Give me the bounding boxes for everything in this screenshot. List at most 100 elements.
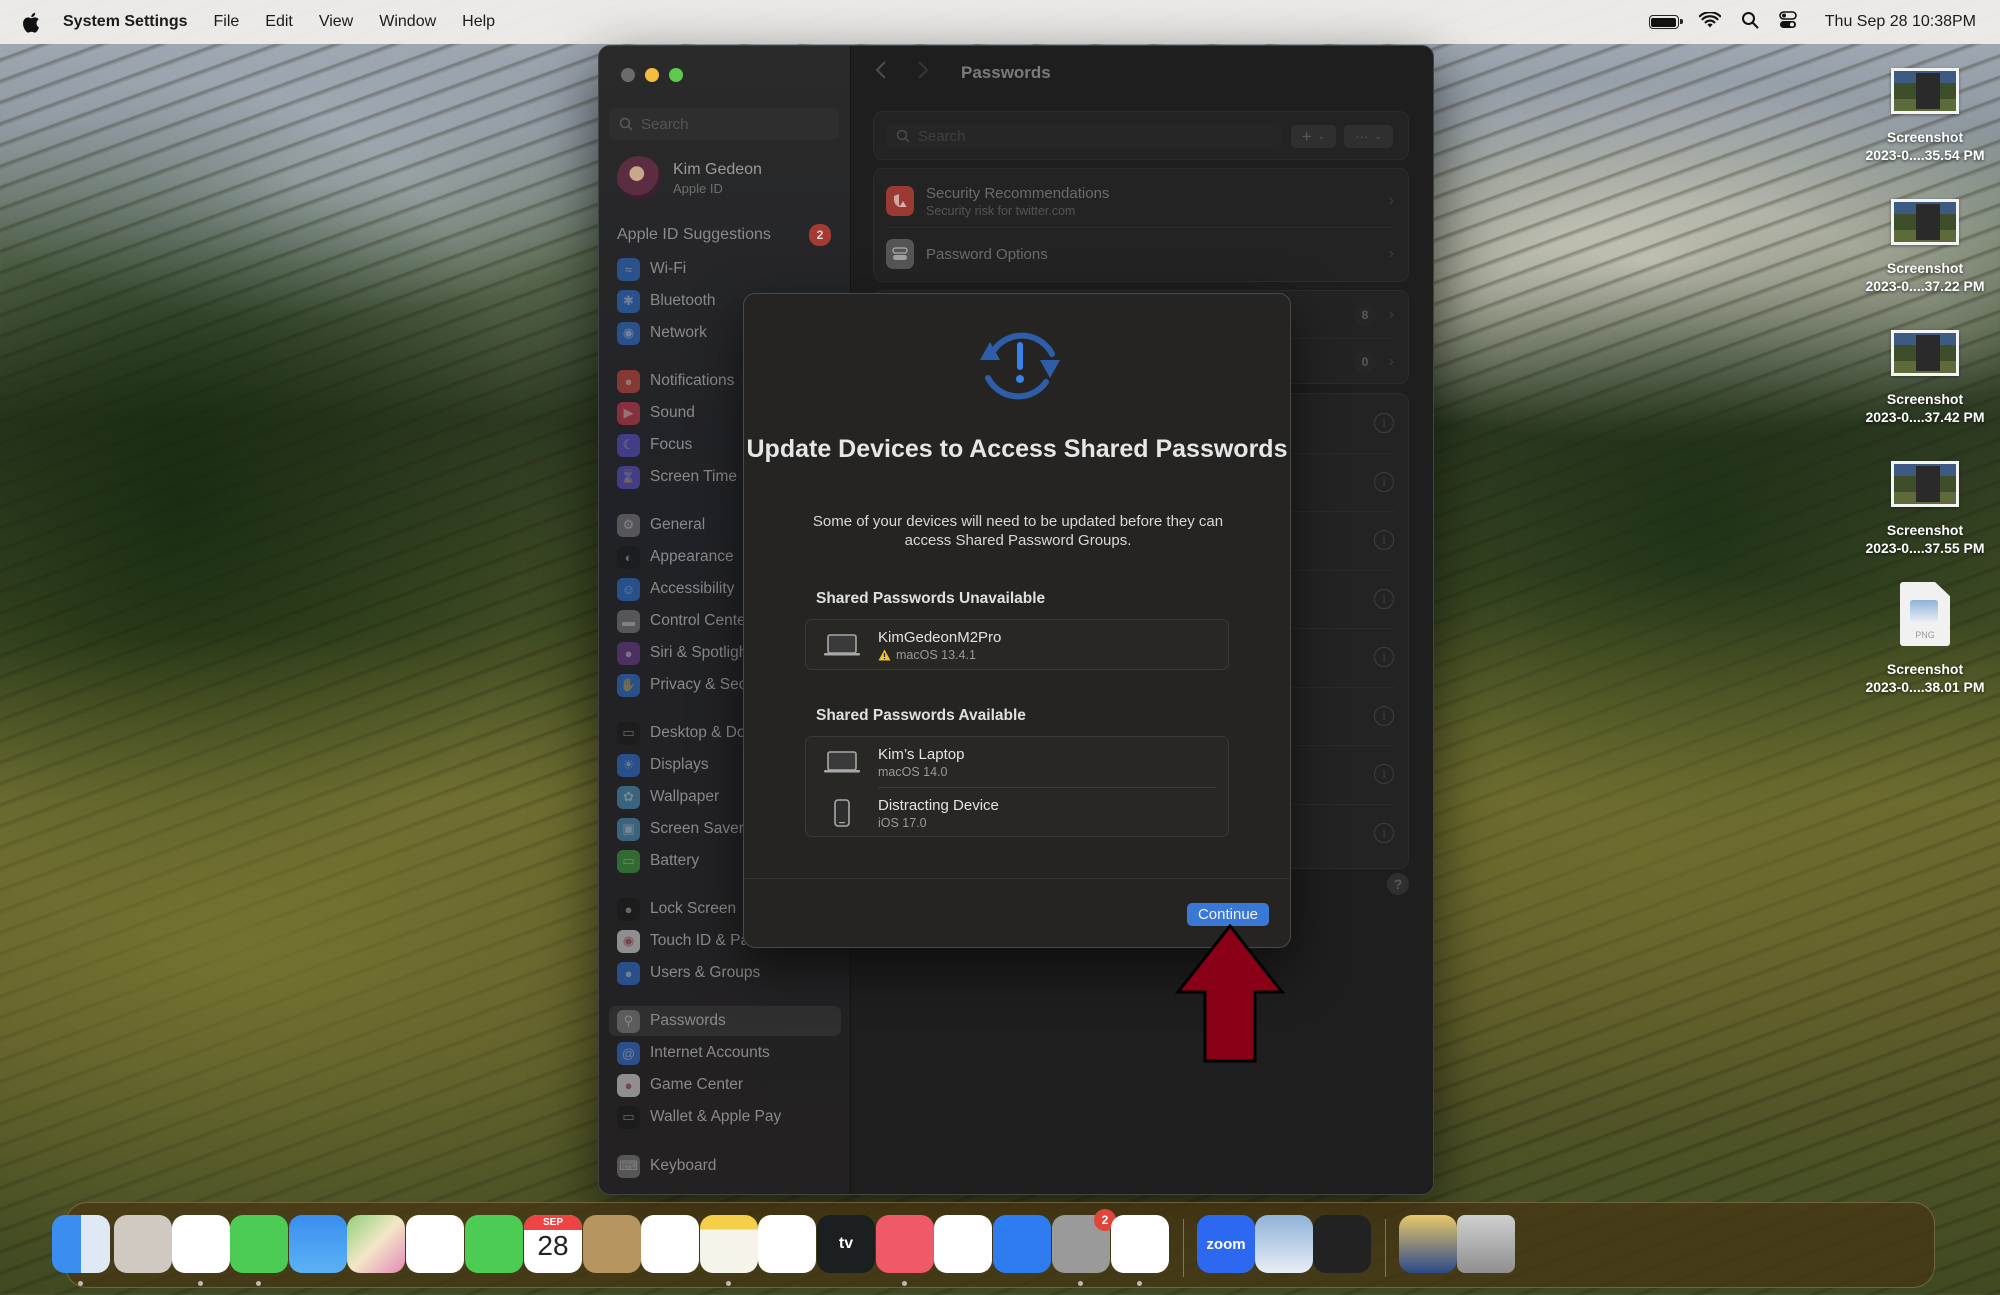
bluetooth-icon: ✱ (617, 289, 640, 313)
dock-app-store-icon[interactable] (993, 1215, 1051, 1273)
file-date: 2023-0....37.42 PM (1865, 409, 1985, 425)
dock-system-settings-icon[interactable]: 2 (1052, 1209, 1116, 1273)
info-icon[interactable]: i (1374, 705, 1394, 726)
apple-id-suggestions[interactable]: Apple ID Suggestions 2 (617, 224, 831, 246)
sidebar-item-users-groups[interactable]: ● Users & Groups (609, 958, 841, 988)
sidebar-item-keyboard[interactable]: ⌨ Keyboard (609, 1151, 841, 1181)
info-icon[interactable]: i (1374, 764, 1394, 784)
continue-button[interactable]: Continue (1187, 903, 1269, 926)
dock-bing-icon[interactable] (1111, 1215, 1169, 1273)
dock-reminders-icon[interactable] (641, 1215, 699, 1273)
dock-zoom-icon[interactable]: zoom (1197, 1215, 1255, 1273)
unavailable-devices-list: KimGedeonM2Pro macOS 13.4.1 (805, 619, 1229, 670)
password-options-row[interactable]: Password Options › (874, 231, 1408, 277)
desktop-file[interactable]: Screenshot 2023-0....37.22 PM (1845, 199, 2000, 295)
device-os: macOS 14.0 (878, 764, 948, 779)
apple-id-profile[interactable]: Kim Gedeon Apple ID (617, 156, 762, 200)
dock-launchpad-icon[interactable] (114, 1215, 172, 1273)
spotlight-search-icon[interactable] (1741, 11, 1759, 34)
apple-menu-icon[interactable] (22, 12, 42, 33)
game-center-icon: ● (617, 1073, 640, 1097)
info-icon[interactable]: i (1374, 413, 1394, 433)
desktop-file[interactable]: PNG Screenshot 2023-0....38.01 PM (1845, 582, 2000, 696)
dock-mail-icon[interactable] (289, 1215, 347, 1273)
battery-icon: ▭ (617, 849, 640, 873)
back-button[interactable] (875, 60, 887, 86)
sidebar-item-game-center[interactable]: ● Game Center (609, 1070, 841, 1100)
info-icon[interactable]: i (1374, 822, 1394, 843)
dock-facetime-icon[interactable] (465, 1215, 523, 1273)
help-button[interactable]: ? (1387, 873, 1409, 895)
passwords-search (886, 124, 1281, 148)
desktop-file[interactable]: Screenshot 2023-0....37.55 PM (1845, 461, 2000, 557)
dock-preview-icon[interactable] (1255, 1215, 1313, 1273)
close-window-button[interactable] (621, 68, 635, 82)
menu-window[interactable]: Window (379, 13, 436, 31)
sidebar-item-wallet-apple-pay[interactable]: ▭ Wallet & Apple Pay (609, 1102, 841, 1132)
more-options-button[interactable]: ··· ⌄ (1344, 125, 1393, 148)
profile-subtitle: Apple ID (673, 180, 723, 196)
desktop-file[interactable]: Screenshot 2023-0....35.54 PM (1845, 68, 2000, 164)
dock-contacts-icon[interactable] (583, 1215, 641, 1273)
running-indicator (1137, 1281, 1142, 1286)
speaker-icon: ▶ (617, 401, 640, 425)
info-icon[interactable]: i (1374, 588, 1394, 609)
bell-icon: ● (617, 369, 640, 393)
desktop-file[interactable]: Screenshot 2023-0....37.42 PM (1845, 330, 2000, 426)
flower-icon: ✿ (617, 785, 640, 809)
battery-icon[interactable] (1648, 15, 1683, 29)
avatar (617, 156, 661, 200)
dock-maps-icon[interactable] (347, 1215, 405, 1273)
wifi-icon[interactable] (1698, 10, 1722, 33)
info-icon[interactable]: i (1374, 647, 1394, 667)
sidebar-item-label: Siri & Spotlight (650, 644, 752, 661)
info-icon[interactable]: i (1374, 530, 1394, 550)
file-type-label: PNG (1915, 630, 1935, 640)
sidebar-item-label: Focus (650, 436, 693, 453)
calendar-day: 28 (537, 1230, 569, 1261)
sidebar-search-input[interactable] (641, 115, 821, 133)
add-password-button[interactable]: + ⌄ (1291, 125, 1336, 148)
file-date: 2023-0....37.55 PM (1865, 540, 1985, 556)
key-icon: ⚲ (617, 1009, 640, 1033)
sidebar-item-internet-accounts[interactable]: @ Internet Accounts (609, 1038, 841, 1068)
menu-file[interactable]: File (213, 13, 239, 31)
chevron-left-icon (875, 61, 886, 79)
minimize-window-button[interactable] (645, 68, 659, 82)
dock-news-icon[interactable] (934, 1215, 992, 1273)
dialog-footer-divider (744, 878, 1290, 879)
dock-freeform-icon[interactable] (758, 1215, 816, 1273)
sidebar-item-label: General (650, 516, 706, 533)
chevron-down-icon: ⌄ (1374, 131, 1382, 141)
sidebar-search (609, 108, 839, 140)
security-recommendations-row[interactable]: Security Recommendations Security risk f… (874, 177, 1408, 225)
dock-music-icon[interactable] (876, 1215, 934, 1273)
menu-clock[interactable]: Thu Sep 28 10:38PM (1825, 13, 1976, 31)
zoom-window-button[interactable] (669, 68, 683, 82)
dock-downloads-stack-icon[interactable] (1399, 1215, 1457, 1273)
file-date: 2023-0....38.01 PM (1865, 679, 1985, 695)
users-icon: ● (617, 961, 640, 985)
dock-safari-icon[interactable] (172, 1215, 230, 1273)
menu-edit[interactable]: Edit (265, 13, 293, 31)
dock-apple-tv-icon[interactable]: tv (817, 1215, 875, 1273)
dock-trash-icon[interactable] (1457, 1215, 1515, 1273)
menu-help[interactable]: Help (462, 13, 495, 31)
menu-app-name[interactable]: System Settings (63, 13, 187, 31)
device-row: Distracting Device iOS 17.0 (806, 788, 1228, 838)
dock-calendar-icon[interactable]: SEP 28 (524, 1215, 582, 1273)
dock-notes-icon[interactable] (700, 1215, 758, 1273)
forward-button[interactable] (917, 60, 929, 86)
dock-clock-icon[interactable] (1313, 1215, 1371, 1273)
menu-view[interactable]: View (319, 13, 353, 31)
dock-messages-icon[interactable] (230, 1215, 288, 1273)
lock-icon: ● (617, 897, 640, 921)
dock-finder-icon[interactable] (52, 1215, 110, 1273)
control-center-icon[interactable] (1778, 10, 1797, 34)
info-icon[interactable]: i (1374, 471, 1394, 492)
sidebar-item-passwords[interactable]: ⚲ Passwords (609, 1006, 841, 1036)
sidebar-item-wi-fi[interactable]: ≈ Wi-Fi (609, 254, 841, 284)
passwords-search-input[interactable] (918, 127, 1258, 145)
dock-photos-icon[interactable] (406, 1215, 464, 1273)
running-indicator (78, 1281, 83, 1286)
